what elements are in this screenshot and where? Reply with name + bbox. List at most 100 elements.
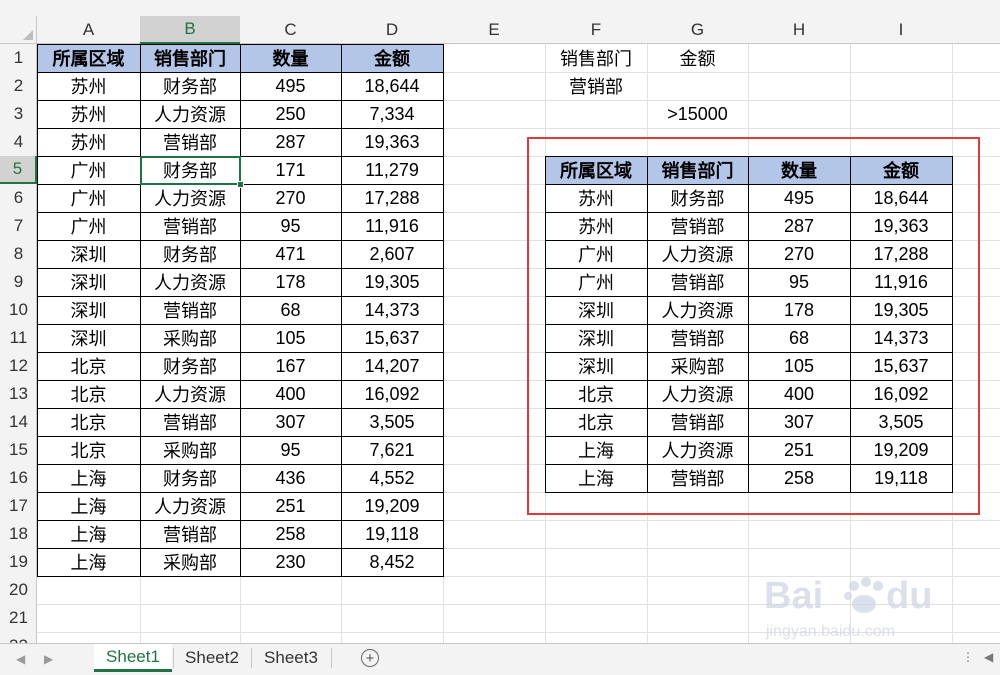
fill-handle[interactable] bbox=[237, 181, 244, 188]
source-table-cell[interactable]: 上海 bbox=[37, 464, 140, 492]
source-table-cell[interactable]: 采购部 bbox=[140, 324, 240, 352]
source-table-cell[interactable]: 营销部 bbox=[140, 128, 240, 156]
column-header-e[interactable]: E bbox=[443, 16, 545, 44]
source-table-cell[interactable]: 19,305 bbox=[341, 268, 443, 296]
source-table-cell[interactable]: 北京 bbox=[37, 436, 140, 464]
source-table-cell[interactable]: 财务部 bbox=[140, 464, 240, 492]
source-table-cell[interactable]: 深圳 bbox=[37, 240, 140, 268]
source-table-cell[interactable]: 3,505 bbox=[341, 408, 443, 436]
source-table-cell[interactable]: 105 bbox=[240, 324, 341, 352]
source-table-cell[interactable]: 广州 bbox=[37, 184, 140, 212]
source-table-cell[interactable]: 财务部 bbox=[140, 352, 240, 380]
row-header-22[interactable]: 22 bbox=[0, 632, 37, 643]
source-table-cell[interactable]: 营销部 bbox=[140, 212, 240, 240]
source-table-cell[interactable]: 16,092 bbox=[341, 380, 443, 408]
row-header-9[interactable]: 9 bbox=[0, 268, 37, 296]
source-table-cell[interactable]: 营销部 bbox=[140, 520, 240, 548]
source-table-cell[interactable]: 人力资源 bbox=[140, 268, 240, 296]
source-table-cell[interactable]: 苏州 bbox=[37, 72, 140, 100]
row-header-11[interactable]: 11 bbox=[0, 324, 37, 352]
source-table-cell[interactable]: 495 bbox=[240, 72, 341, 100]
source-table-cell[interactable]: 18,644 bbox=[341, 72, 443, 100]
source-table-cell[interactable]: 深圳 bbox=[37, 296, 140, 324]
row-header-14[interactable]: 14 bbox=[0, 408, 37, 436]
column-header-i[interactable]: I bbox=[850, 16, 952, 44]
row-header-6[interactable]: 6 bbox=[0, 184, 37, 212]
source-table-cell[interactable]: 7,621 bbox=[341, 436, 443, 464]
criteria-cell-f2[interactable]: 营销部 bbox=[545, 72, 647, 100]
row-header-13[interactable]: 13 bbox=[0, 380, 37, 408]
source-table-cell[interactable]: 人力资源 bbox=[140, 184, 240, 212]
column-header-j[interactable] bbox=[952, 16, 1000, 44]
source-table-cell[interactable]: 258 bbox=[240, 520, 341, 548]
source-table-cell[interactable]: 171 bbox=[240, 156, 341, 184]
source-table-cell[interactable]: 11,916 bbox=[341, 212, 443, 240]
source-table-cell[interactable]: 471 bbox=[240, 240, 341, 268]
column-header-a[interactable]: A bbox=[37, 16, 140, 44]
source-table-cell[interactable]: 14,373 bbox=[341, 296, 443, 324]
source-table-header-cell[interactable]: 金额 bbox=[341, 44, 443, 72]
source-table-cell[interactable]: 307 bbox=[240, 408, 341, 436]
source-table-cell[interactable]: 深圳 bbox=[37, 268, 140, 296]
source-table-cell[interactable]: 采购部 bbox=[140, 436, 240, 464]
tab-sheet2[interactable]: Sheet2 bbox=[174, 644, 250, 672]
column-header-b[interactable]: B bbox=[140, 16, 240, 44]
source-table-cell[interactable]: 深圳 bbox=[37, 324, 140, 352]
row-header-1[interactable]: 1 bbox=[0, 44, 37, 72]
column-header-h[interactable]: H bbox=[748, 16, 850, 44]
source-table-cell[interactable]: 财务部 bbox=[140, 240, 240, 268]
source-table-cell[interactable]: 2,607 bbox=[341, 240, 443, 268]
source-table-cell[interactable]: 北京 bbox=[37, 380, 140, 408]
tab-sheet3[interactable]: Sheet3 bbox=[252, 644, 330, 672]
criteria-cell-f1[interactable]: 销售部门 bbox=[545, 44, 647, 72]
source-table-cell[interactable]: 95 bbox=[240, 436, 341, 464]
source-table-cell[interactable]: 苏州 bbox=[37, 128, 140, 156]
scrollbar-handle-icon[interactable]: ⋮ bbox=[962, 650, 974, 664]
scroll-tabs-left-icon[interactable]: ◀ bbox=[16, 652, 25, 666]
source-table-cell[interactable]: 上海 bbox=[37, 520, 140, 548]
column-header-f[interactable]: F bbox=[545, 16, 647, 44]
source-table-cell[interactable]: 11,279 bbox=[341, 156, 443, 184]
row-header-10[interactable]: 10 bbox=[0, 296, 37, 324]
row-header-18[interactable]: 18 bbox=[0, 520, 37, 548]
worksheet-grid[interactable]: ABCDEFGHI 1 2 3 4 5 6 7 8 9 10 11 12 13 14 15 16 17 18 19 2… bbox=[0, 0, 1000, 643]
source-table-cell[interactable]: 14,207 bbox=[341, 352, 443, 380]
row-header-4[interactable]: 4 bbox=[0, 128, 37, 156]
row-header-8[interactable]: 8 bbox=[0, 240, 37, 268]
source-table-cell[interactable]: 人力资源 bbox=[140, 100, 240, 128]
source-table-header-cell[interactable]: 数量 bbox=[240, 44, 341, 72]
source-table-cell[interactable]: 苏州 bbox=[37, 100, 140, 128]
add-sheet-button[interactable]: + bbox=[361, 649, 379, 667]
source-table-cell[interactable]: 财务部 bbox=[140, 72, 240, 100]
source-table-cell[interactable]: 19,118 bbox=[341, 520, 443, 548]
source-table-cell[interactable]: 营销部 bbox=[140, 296, 240, 324]
source-table-cell[interactable]: 上海 bbox=[37, 548, 140, 576]
source-table-cell[interactable]: 北京 bbox=[37, 408, 140, 436]
source-table-cell[interactable]: 270 bbox=[240, 184, 341, 212]
row-header-20[interactable]: 20 bbox=[0, 576, 37, 604]
source-table-cell[interactable]: 人力资源 bbox=[140, 492, 240, 520]
active-cell-b5[interactable] bbox=[140, 156, 241, 185]
source-table-cell[interactable]: 95 bbox=[240, 212, 341, 240]
row-header-12[interactable]: 12 bbox=[0, 352, 37, 380]
source-table-cell[interactable]: 广州 bbox=[37, 156, 140, 184]
scroll-left-icon[interactable]: ◀ bbox=[984, 650, 993, 664]
source-table-cell[interactable]: 167 bbox=[240, 352, 341, 380]
scroll-tabs-right-icon[interactable]: ▶ bbox=[44, 652, 53, 666]
column-header-d[interactable]: D bbox=[341, 16, 443, 44]
source-table-cell[interactable]: 上海 bbox=[37, 492, 140, 520]
source-table-cell[interactable]: 287 bbox=[240, 128, 341, 156]
row-header-15[interactable]: 15 bbox=[0, 436, 37, 464]
row-header-2[interactable]: 2 bbox=[0, 72, 37, 100]
row-header-17[interactable]: 17 bbox=[0, 492, 37, 520]
select-all-corner[interactable] bbox=[0, 16, 37, 44]
column-header-g[interactable]: G bbox=[647, 16, 748, 44]
row-header-3[interactable]: 3 bbox=[0, 100, 37, 128]
source-table-cell[interactable]: 19,363 bbox=[341, 128, 443, 156]
source-table-cell[interactable]: 广州 bbox=[37, 212, 140, 240]
source-table-cell[interactable]: 营销部 bbox=[140, 408, 240, 436]
source-table-cell[interactable]: 北京 bbox=[37, 352, 140, 380]
source-table-header-cell[interactable]: 所属区域 bbox=[37, 44, 140, 72]
source-table-cell[interactable]: 436 bbox=[240, 464, 341, 492]
source-table-cell[interactable]: 4,552 bbox=[341, 464, 443, 492]
